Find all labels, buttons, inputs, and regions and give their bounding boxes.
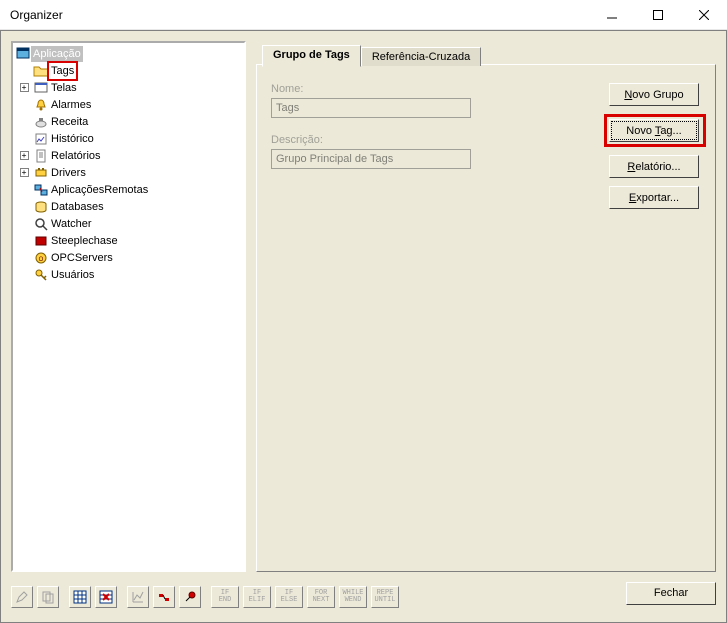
script-repeat-until-button[interactable]: REPEUNTIL [371, 586, 399, 608]
tree-line [15, 62, 33, 79]
remote-icon [33, 182, 49, 198]
tree-item-usuarios[interactable]: Usuários [15, 266, 242, 283]
tree-item-drivers[interactable]: + Drivers [15, 164, 242, 181]
tree-item-label: Watcher [49, 216, 92, 232]
form-column: Nome: Tags Descrição: Grupo Principal de… [271, 83, 501, 185]
tree-item-watcher[interactable]: Watcher [15, 215, 242, 232]
name-label: Nome: [271, 83, 501, 95]
minimize-button[interactable] [589, 0, 635, 29]
description-label: Descrição: [271, 134, 501, 146]
fechar-button[interactable]: Fechar [626, 582, 716, 605]
tree-item-label: OPCServers [49, 250, 113, 266]
bottom-toolbar: IFEND IFELIF IFELSE FORNEXT WHILEWEND RE… [11, 582, 716, 612]
tree-item-steeplechase[interactable]: Steeplechase [15, 232, 242, 249]
novo-grupo-button[interactable]: Novo Grupo [609, 83, 699, 106]
button-label: Relatório... [627, 161, 680, 173]
tree-item-label: Drivers [49, 165, 86, 181]
app-icon [15, 46, 31, 62]
tree-expand[interactable]: + [15, 164, 33, 181]
button-label: Exportar... [629, 192, 679, 204]
bell-icon [33, 97, 49, 113]
relatorio-button[interactable]: Relatório... [609, 155, 699, 178]
window-title: Organizer [10, 8, 589, 22]
tree-item-label: Usuários [49, 267, 94, 283]
tab-grupo-de-tags[interactable]: Grupo de Tags [262, 45, 361, 67]
close-window-button[interactable] [681, 0, 727, 29]
toolbar-copy-button[interactable] [37, 586, 59, 608]
button-label: Novo Grupo [624, 89, 683, 101]
toolbar-grid-blue-button[interactable] [69, 586, 91, 608]
toolbar-grid-delete-button[interactable] [95, 586, 117, 608]
tree-item-label: Alarmes [49, 97, 91, 113]
script-while-wend-button[interactable]: WHILEWEND [339, 586, 367, 608]
tab-referencia-cruzada[interactable]: Referência-Cruzada [361, 47, 481, 66]
report-icon [33, 148, 49, 164]
tree-item-historico[interactable]: Histórico [15, 130, 242, 147]
tree-expand[interactable]: + [15, 79, 33, 96]
tree-item-label: AplicaçõesRemotas [49, 182, 148, 198]
tree-item-opcservers[interactable]: O OPCServers [15, 249, 242, 266]
tree-root-label: Aplicação [31, 46, 83, 62]
tab-body: Nome: Tags Descrição: Grupo Principal de… [256, 64, 716, 572]
tree-panel: Aplicação Tags + Telas [11, 41, 246, 572]
tree-item-label: Steeplechase [49, 233, 118, 249]
tree-item-tags[interactable]: Tags [15, 62, 242, 79]
tree-item-label: Histórico [49, 131, 94, 147]
tree-item-label: Tags [47, 61, 78, 81]
screens-icon [33, 80, 49, 96]
tree-root[interactable]: Aplicação [15, 45, 242, 62]
key-icon [33, 267, 49, 283]
toolbar-chart-button[interactable] [127, 586, 149, 608]
script-if-end-button[interactable]: IFEND [211, 586, 239, 608]
tree-item-label: Receita [49, 114, 88, 130]
opc-icon: O [33, 250, 49, 266]
watcher-icon [33, 216, 49, 232]
tree-item-databases[interactable]: Databases [15, 198, 242, 215]
button-column: Novo Grupo Novo Tag... Relatório... Expo… [609, 83, 701, 217]
novo-tag-highlight: Novo Tag... [604, 114, 706, 147]
tab-strip: Grupo de Tags Referência-Cruzada [262, 45, 716, 66]
script-if-else-button[interactable]: IFELSE [275, 586, 303, 608]
recipe-icon [33, 114, 49, 130]
button-label: Novo Tag... [626, 125, 681, 137]
name-field: Tags [271, 98, 471, 118]
novo-tag-button[interactable]: Novo Tag... [609, 119, 699, 142]
exportar-button[interactable]: Exportar... [609, 186, 699, 209]
driver-icon [33, 165, 49, 181]
database-icon [33, 199, 49, 215]
button-label: Fechar [654, 587, 688, 599]
script-if-elif-button[interactable]: IFELIF [243, 586, 271, 608]
tree-item-aplicacoesremotas[interactable]: AplicaçõesRemotas [15, 181, 242, 198]
tree-item-receita[interactable]: Receita [15, 113, 242, 130]
description-field: Grupo Principal de Tags [271, 149, 471, 169]
tree-item-label: Telas [49, 80, 77, 96]
toolbar-edit-button[interactable] [11, 586, 33, 608]
history-icon [33, 131, 49, 147]
toolbar-xref-button[interactable] [153, 586, 175, 608]
svg-text:O: O [39, 257, 44, 263]
tree-item-relatorios[interactable]: + Relatórios [15, 147, 242, 164]
tree-expand[interactable]: + [15, 147, 33, 164]
tree-item-label: Relatórios [49, 148, 101, 164]
tree[interactable]: Aplicação Tags + Telas [15, 45, 242, 283]
tree-item-label: Databases [49, 199, 104, 215]
steeplechase-icon [33, 233, 49, 249]
window-body: Aplicação Tags + Telas [0, 30, 727, 623]
maximize-button[interactable] [635, 0, 681, 29]
script-for-next-button[interactable]: FORNEXT [307, 586, 335, 608]
toolbar-find-button[interactable] [179, 586, 201, 608]
tree-item-alarmes[interactable]: Alarmes [15, 96, 242, 113]
tab-area: Grupo de Tags Referência-Cruzada Nome: T… [256, 41, 716, 572]
titlebar: Organizer [0, 0, 727, 30]
tree-item-telas[interactable]: + Telas [15, 79, 242, 96]
